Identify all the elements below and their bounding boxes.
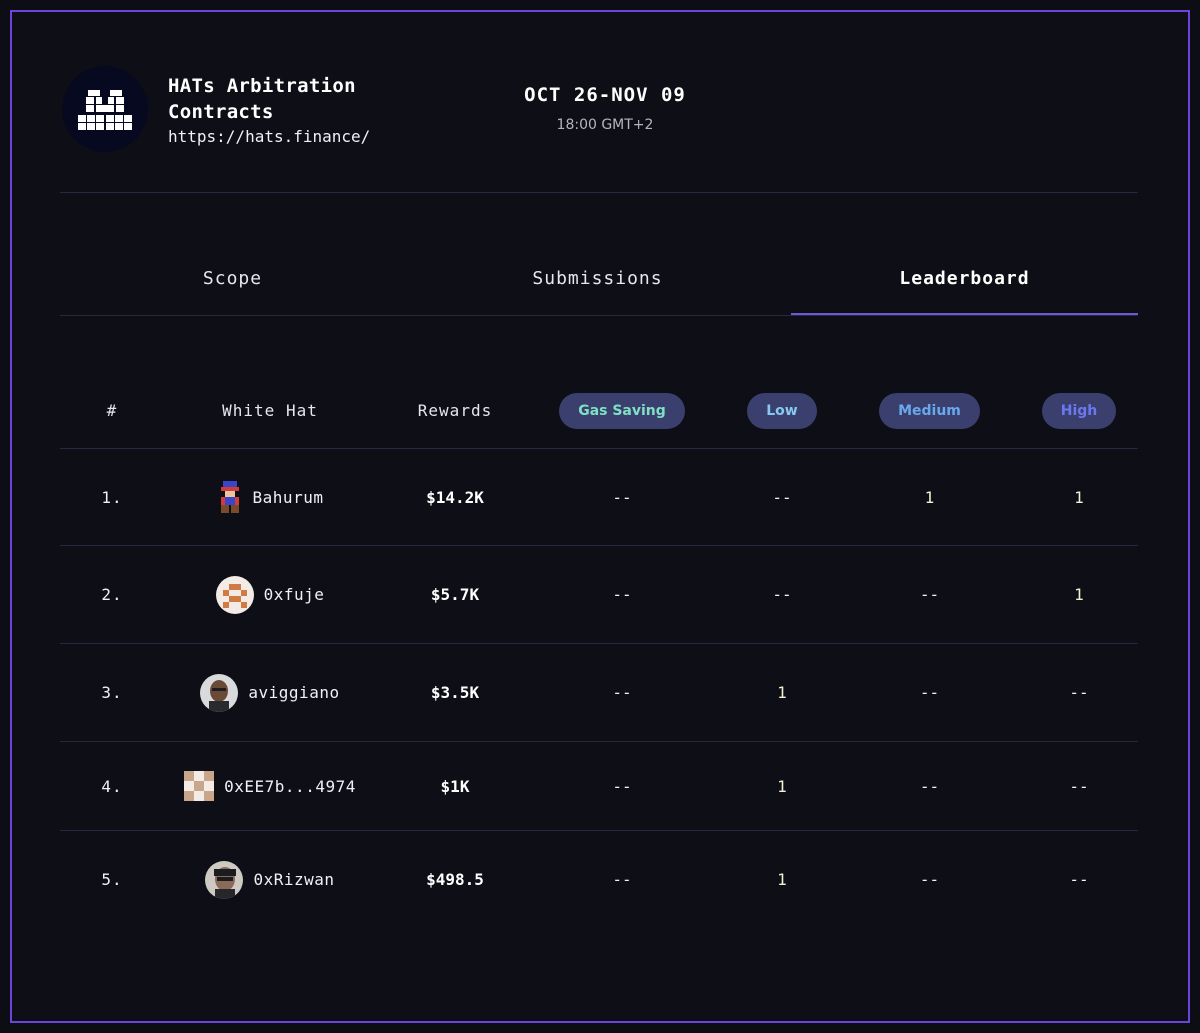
low-cell: 1	[777, 776, 787, 796]
medium-cell: --	[919, 870, 940, 889]
white-hat-cell[interactable]: 0xEE7b...4974	[170, 742, 370, 830]
rank-cell: 1.	[101, 487, 123, 507]
pill-gas-saving: Gas Saving	[559, 393, 685, 429]
photo-avatar-icon	[205, 860, 244, 899]
pill-low: Low	[747, 393, 817, 429]
gas-saving-cell: --	[612, 683, 632, 702]
high-cell: 1	[1074, 487, 1084, 507]
white-hat-name: 0xRizwan	[253, 870, 335, 889]
header-divider	[60, 192, 1138, 193]
table-row[interactable]: 5. 0xRizwan $498.5 -- 1 -- --	[60, 831, 1138, 928]
project-url-link[interactable]: https://hats.finance/	[168, 127, 370, 146]
rewards-cell: $5.7K	[430, 585, 480, 604]
header-white-hat: White Hat	[222, 401, 318, 420]
pixel-face-avatar-icon	[215, 575, 254, 614]
white-hat-cell[interactable]: 0xfuje	[170, 546, 370, 643]
gas-saving-cell: --	[612, 487, 632, 507]
white-hat-cell[interactable]: 0xRizwan	[170, 831, 370, 928]
low-cell: 1	[777, 683, 787, 702]
gas-saving-cell: --	[612, 585, 632, 604]
medium-cell: --	[919, 776, 940, 796]
rewards-cell: $3.5K	[430, 683, 480, 702]
medium-cell: --	[919, 585, 940, 604]
contest-time: 18:00 GMT+2	[556, 117, 654, 133]
rewards-cell: $498.5	[426, 870, 484, 889]
medium-cell: --	[919, 683, 940, 702]
white-hat-name: aviggiano	[248, 683, 340, 702]
white-hat-name: 0xfuje	[263, 585, 325, 604]
white-hat-cell[interactable]: Bahurum	[170, 449, 370, 545]
project-logo	[62, 66, 148, 152]
high-cell: --	[1069, 683, 1089, 702]
tab-scope[interactable]: Scope	[60, 265, 405, 315]
high-cell: 1	[1074, 585, 1084, 604]
pill-medium: Medium	[879, 393, 980, 429]
tab-bar: Scope Submissions Leaderboard	[60, 265, 1138, 316]
rank-cell: 2.	[101, 585, 123, 604]
medium-cell: 1	[924, 487, 935, 507]
table-row[interactable]: 3. aviggiano $3.5K -- 1 -- --	[60, 644, 1138, 742]
project-name: HATs Arbitration Contracts	[168, 75, 356, 123]
white-hat-name: 0xEE7b...4974	[224, 776, 356, 796]
identicon-avatar-icon	[184, 771, 215, 801]
contest-dates: OCT 26-NOV 09	[524, 84, 686, 106]
rank-cell: 5.	[101, 870, 123, 889]
header-rewards: Rewards	[417, 401, 493, 420]
low-cell: 1	[777, 870, 787, 889]
rank-cell: 3.	[101, 683, 123, 702]
rewards-cell: $14.2K	[426, 487, 484, 507]
gas-saving-cell: --	[612, 870, 632, 889]
gas-saving-cell: --	[612, 776, 632, 796]
table-row[interactable]: 4. 0xEE7b...4974 $1K -- 1 -- --	[60, 742, 1138, 831]
high-cell: --	[1069, 776, 1089, 796]
high-cell: --	[1069, 870, 1089, 889]
white-hat-name: Bahurum	[252, 487, 324, 507]
hats-logo-icon	[78, 90, 132, 130]
header-rank: #	[106, 401, 118, 420]
table-row[interactable]: 1. Bahurum $14.2K -- -- 1 1	[60, 449, 1138, 546]
rank-cell: 4.	[101, 776, 123, 796]
tab-leaderboard[interactable]: Leaderboard	[791, 265, 1138, 315]
pixel-sprite-avatar-icon	[220, 481, 239, 513]
table-row[interactable]: 2. 0xfuje $5.7K -- -- -- 1	[60, 546, 1138, 644]
leaderboard-table: # White Hat Rewards Gas Saving Low Mediu…	[60, 370, 1138, 928]
photo-avatar-icon	[200, 673, 239, 712]
rewards-cell: $1K	[440, 776, 470, 796]
table-header: # White Hat Rewards Gas Saving Low Mediu…	[60, 370, 1138, 449]
low-cell: --	[772, 487, 792, 507]
white-hat-cell[interactable]: aviggiano	[170, 644, 370, 741]
tab-submissions[interactable]: Submissions	[425, 265, 770, 315]
pill-high: High	[1042, 393, 1116, 429]
low-cell: --	[772, 585, 792, 604]
